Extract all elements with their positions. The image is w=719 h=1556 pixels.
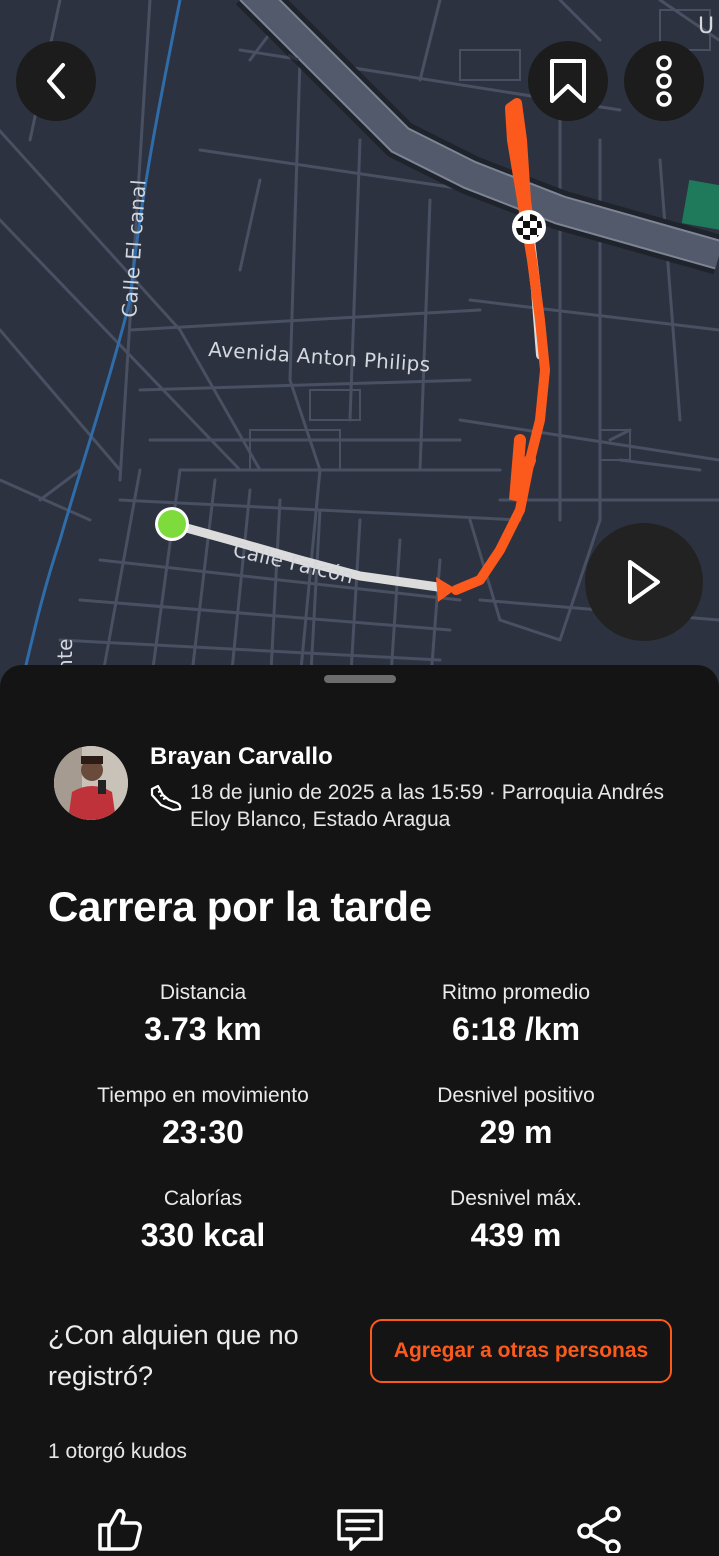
play-icon (628, 560, 660, 604)
back-button[interactable] (16, 41, 96, 121)
start-marker (158, 510, 186, 538)
thumbs-up-icon[interactable] (96, 1505, 144, 1553)
route-map[interactable]: Calle El canal Avenida Anton Philips Cal… (0, 0, 719, 690)
stat-value: 6:18 /km (451, 1011, 581, 1047)
bookmark-icon (550, 59, 586, 103)
finish-marker (512, 210, 546, 244)
activity-sheet: Brayan Carvallo 18 de junio de 2025 a la… (0, 665, 719, 1556)
stat-value: 330 kcal (140, 1217, 266, 1253)
avatar-photo (54, 746, 128, 820)
stat-label: Ritmo promedio (441, 981, 591, 1004)
activity-meta: 18 de junio de 2025 a las 15:59 · Parroq… (190, 781, 665, 831)
stat-label: Desnivel positivo (437, 1084, 595, 1107)
street-label-el-canal: Calle El canal (117, 179, 151, 319)
stat-calories: Calorías 330 kcal (48, 1187, 358, 1254)
stat-value: 439 m (470, 1217, 562, 1253)
athlete-name[interactable]: Brayan Carvallo (150, 743, 333, 771)
sheet-handle[interactable] (324, 675, 396, 683)
street-label-anton-philips: Avenida Anton Philips (208, 337, 432, 376)
comment-icon[interactable] (335, 1505, 385, 1553)
play-button[interactable] (585, 523, 703, 641)
more-options-button[interactable] (624, 41, 704, 121)
stat-value: 23:30 (162, 1114, 244, 1150)
avatar[interactable] (54, 746, 128, 820)
stat-max-elevation: Desnivel máx. 439 m (361, 1187, 671, 1254)
bookmark-button[interactable] (528, 41, 608, 121)
stat-pace: Ritmo promedio 6:18 /km (361, 981, 671, 1048)
street-label-edge: U (698, 14, 714, 39)
activity-title: Carrera por la tarde (48, 883, 432, 930)
kudos-count[interactable]: 1 otorgó kudos (48, 1440, 187, 1464)
chevron-left-icon (47, 63, 65, 99)
stat-label: Distancia (159, 981, 247, 1004)
stat-value: 29 m (479, 1114, 553, 1150)
more-vertical-icon (656, 55, 672, 107)
stat-value: 3.73 km (144, 1011, 262, 1047)
stat-elevation-gain: Desnivel positivo 29 m (361, 1084, 671, 1151)
stat-label: Tiempo en movimiento (97, 1084, 309, 1107)
share-icon[interactable] (575, 1505, 625, 1553)
others-question: ¿Con alquien que no registró? (48, 1320, 299, 1391)
stat-label: Desnivel máx. (450, 1187, 582, 1210)
stat-label: Calorías (163, 1187, 243, 1210)
stat-distance: Distancia 3.73 km (48, 981, 358, 1048)
add-others-button[interactable]: Agregar a otras personas (370, 1319, 672, 1383)
running-shoe-icon (150, 784, 182, 812)
stat-moving-time: Tiempo en movimiento 23:30 (48, 1084, 358, 1151)
